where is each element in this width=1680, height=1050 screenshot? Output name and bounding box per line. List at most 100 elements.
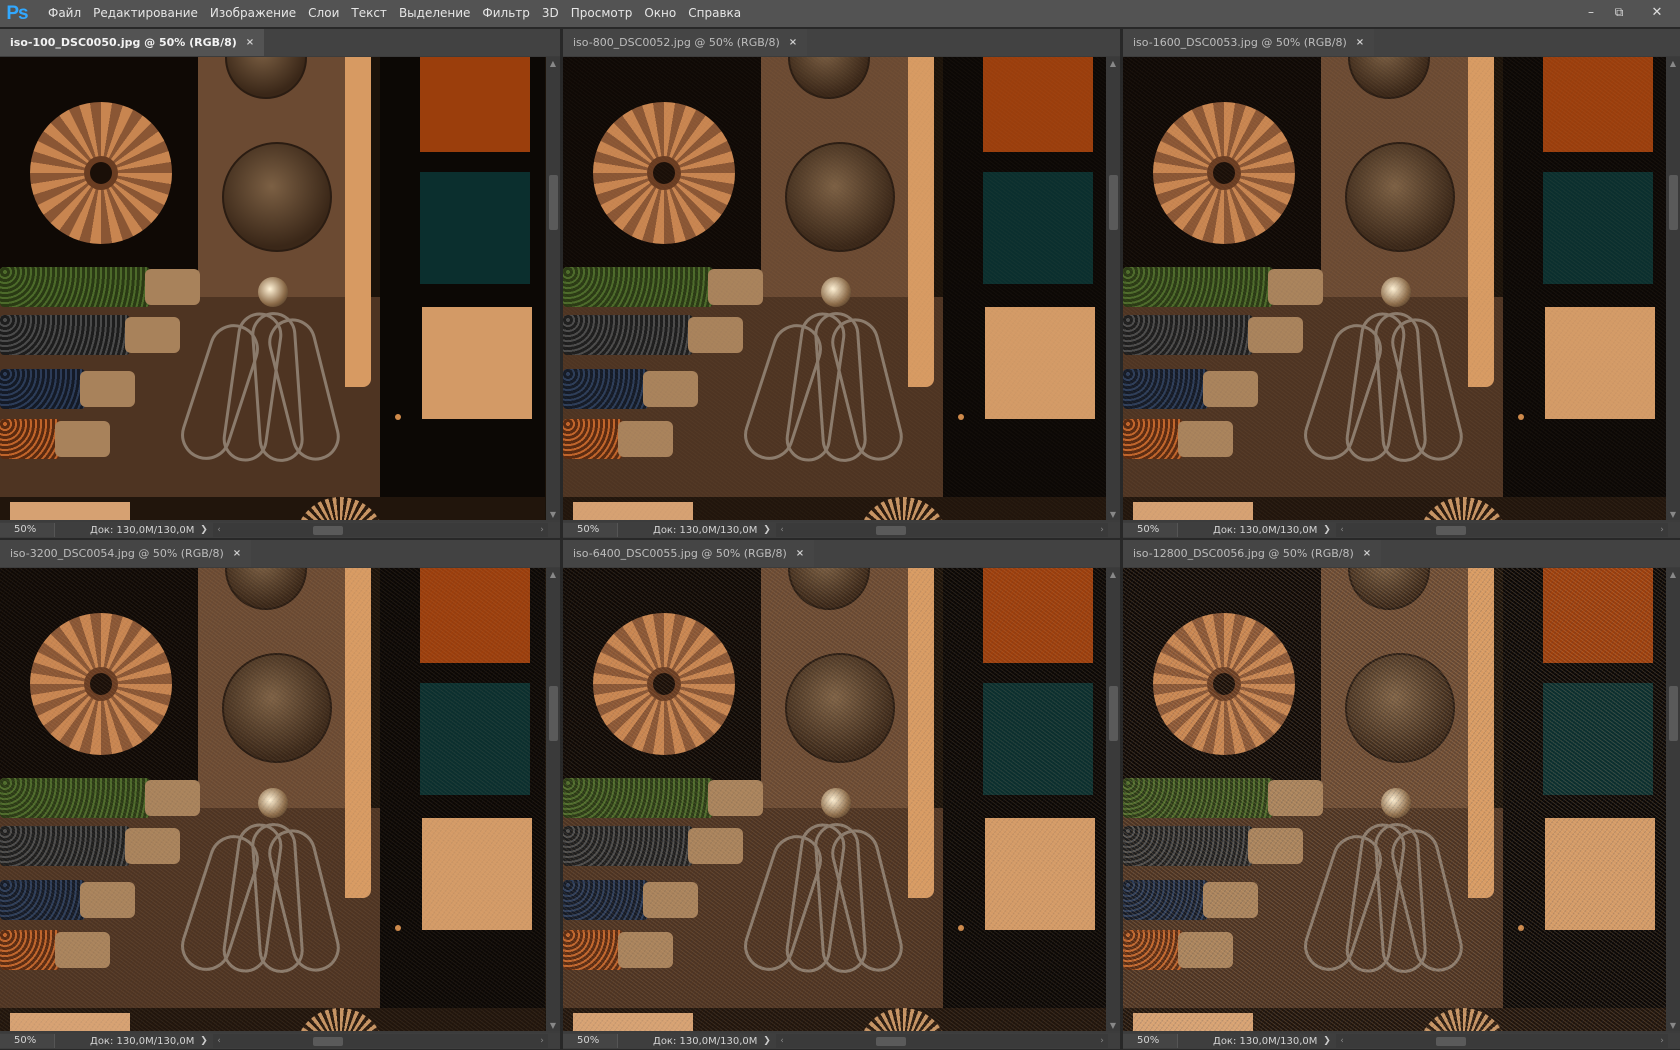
- menu-layers[interactable]: Слои: [302, 0, 345, 27]
- chevron-right-icon[interactable]: ❯: [197, 1036, 211, 1046]
- scroll-up-icon[interactable]: ▲: [1106, 57, 1120, 69]
- document-tab[interactable]: iso-100_DSC0050.jpg @ 50% (RGB/8) ×: [0, 29, 265, 56]
- scroll-down-icon[interactable]: ▼: [546, 508, 560, 520]
- vertical-scroll-thumb[interactable]: [1109, 686, 1118, 741]
- horizontal-scrollbar[interactable]: ‹ ›: [213, 1034, 548, 1048]
- scroll-up-icon[interactable]: ▲: [1106, 568, 1120, 580]
- menu-select[interactable]: Выделение: [393, 0, 476, 27]
- chevron-right-icon[interactable]: ❯: [197, 525, 211, 535]
- scroll-right-icon[interactable]: ›: [1656, 523, 1668, 537]
- vertical-scroll-thumb[interactable]: [1669, 686, 1678, 741]
- minimize-icon[interactable]: –: [1578, 0, 1604, 24]
- menu-view[interactable]: Просмотр: [565, 0, 639, 27]
- vertical-scrollbar[interactable]: ▲ ▼: [1666, 568, 1680, 1031]
- scroll-left-icon[interactable]: ‹: [776, 523, 788, 537]
- document-tab[interactable]: iso-800_DSC0052.jpg @ 50% (RGB/8) ×: [563, 29, 808, 56]
- vertical-scroll-thumb[interactable]: [549, 686, 558, 741]
- image-canvas[interactable]: [1123, 568, 1666, 1031]
- menu-image[interactable]: Изображение: [204, 0, 302, 27]
- scroll-left-icon[interactable]: ‹: [1336, 1034, 1348, 1048]
- close-tab-icon[interactable]: ×: [1356, 37, 1364, 48]
- chevron-right-icon[interactable]: ❯: [1320, 1036, 1334, 1046]
- orange-swatch: [983, 568, 1093, 663]
- zoom-level-field[interactable]: 50%: [563, 523, 618, 537]
- scroll-left-icon[interactable]: ‹: [213, 1034, 225, 1048]
- zoom-level-field[interactable]: 50%: [0, 523, 55, 537]
- scroll-right-icon[interactable]: ›: [1096, 523, 1108, 537]
- document-tab[interactable]: iso-6400_DSC0055.jpg @ 50% (RGB/8) ×: [563, 540, 815, 567]
- status-bar: 50% Док: 130,0M/130,0M ❯ ‹ ›: [1123, 1033, 1680, 1049]
- menu-file[interactable]: Файл: [42, 0, 87, 27]
- vertical-scrollbar[interactable]: ▲ ▼: [1106, 57, 1120, 520]
- scroll-right-icon[interactable]: ›: [1656, 1034, 1668, 1048]
- menu-edit[interactable]: Редактирование: [87, 0, 204, 27]
- image-canvas[interactable]: [0, 568, 546, 1031]
- scroll-left-icon[interactable]: ‹: [776, 1034, 788, 1048]
- menu-help[interactable]: Справка: [682, 0, 747, 27]
- vertical-scrollbar[interactable]: ▲ ▼: [546, 57, 560, 520]
- scroll-down-icon[interactable]: ▼: [1106, 1019, 1120, 1031]
- vertical-scroll-thumb[interactable]: [1109, 175, 1118, 230]
- document-tab-title: iso-3200_DSC0054.jpg @ 50% (RGB/8): [10, 547, 224, 560]
- zoom-level-field[interactable]: 50%: [0, 1034, 55, 1048]
- image-canvas[interactable]: [563, 57, 1106, 520]
- image-canvas[interactable]: [1123, 57, 1666, 520]
- horizontal-scroll-thumb[interactable]: [1436, 1037, 1466, 1046]
- bead-tube: [563, 419, 673, 459]
- vertical-scroll-thumb[interactable]: [549, 175, 558, 230]
- scroll-right-icon[interactable]: ›: [536, 523, 548, 537]
- close-tab-icon[interactable]: ×: [1363, 548, 1371, 559]
- close-window-icon[interactable]: ✕: [1634, 0, 1680, 24]
- horizontal-scroll-thumb[interactable]: [876, 526, 906, 535]
- document-tab[interactable]: iso-12800_DSC0056.jpg @ 50% (RGB/8) ×: [1123, 540, 1382, 567]
- horizontal-scroll-thumb[interactable]: [313, 1037, 343, 1046]
- restore-icon[interactable]: ⧉: [1606, 0, 1632, 24]
- horizontal-scroll-thumb[interactable]: [1436, 526, 1466, 535]
- horizontal-scrollbar[interactable]: ‹ ›: [776, 523, 1108, 537]
- image-canvas[interactable]: [563, 568, 1106, 1031]
- scroll-down-icon[interactable]: ▼: [1106, 508, 1120, 520]
- scroll-up-icon[interactable]: ▲: [1666, 57, 1680, 69]
- scroll-up-icon[interactable]: ▲: [546, 568, 560, 580]
- zoom-level-field[interactable]: 50%: [563, 1034, 618, 1048]
- chevron-right-icon[interactable]: ❯: [760, 1036, 774, 1046]
- teal-swatch: [1543, 172, 1653, 284]
- close-tab-icon[interactable]: ×: [796, 548, 804, 559]
- horizontal-scrollbar[interactable]: ‹ ›: [776, 1034, 1108, 1048]
- horizontal-scrollbar[interactable]: ‹ ›: [213, 523, 548, 537]
- menu-filter[interactable]: Фильтр: [476, 0, 535, 27]
- scroll-up-icon[interactable]: ▲: [1666, 568, 1680, 580]
- document-tab[interactable]: iso-3200_DSC0054.jpg @ 50% (RGB/8) ×: [0, 540, 252, 567]
- vertical-scrollbar[interactable]: ▲ ▼: [546, 568, 560, 1031]
- close-tab-icon[interactable]: ×: [233, 548, 241, 559]
- scroll-right-icon[interactable]: ›: [536, 1034, 548, 1048]
- horizontal-scroll-thumb[interactable]: [876, 1037, 906, 1046]
- scroll-down-icon[interactable]: ▼: [1666, 508, 1680, 520]
- vertical-scroll-thumb[interactable]: [1669, 175, 1678, 230]
- zoom-level-field[interactable]: 50%: [1123, 1034, 1178, 1048]
- bead-tube: [0, 315, 180, 355]
- chevron-right-icon[interactable]: ❯: [760, 525, 774, 535]
- scroll-up-icon[interactable]: ▲: [546, 57, 560, 69]
- horizontal-scrollbar[interactable]: ‹ ›: [1336, 1034, 1668, 1048]
- photoshop-logo-icon[interactable]: Ps: [2, 0, 32, 27]
- menu-window[interactable]: Окно: [638, 0, 682, 27]
- chevron-right-icon[interactable]: ❯: [1320, 525, 1334, 535]
- vertical-scrollbar[interactable]: ▲ ▼: [1666, 57, 1680, 520]
- close-tab-icon[interactable]: ×: [789, 37, 797, 48]
- menu-3d[interactable]: 3D: [536, 0, 565, 27]
- paper-clips: [174, 793, 345, 978]
- scroll-down-icon[interactable]: ▼: [1666, 1019, 1680, 1031]
- vertical-scrollbar[interactable]: ▲ ▼: [1106, 568, 1120, 1031]
- horizontal-scroll-thumb[interactable]: [313, 526, 343, 535]
- menu-type[interactable]: Текст: [345, 0, 393, 27]
- document-tab[interactable]: iso-1600_DSC0053.jpg @ 50% (RGB/8) ×: [1123, 29, 1375, 56]
- scroll-right-icon[interactable]: ›: [1096, 1034, 1108, 1048]
- close-tab-icon[interactable]: ×: [246, 37, 254, 48]
- scroll-down-icon[interactable]: ▼: [546, 1019, 560, 1031]
- scroll-left-icon[interactable]: ‹: [1336, 523, 1348, 537]
- scroll-left-icon[interactable]: ‹: [213, 523, 225, 537]
- image-canvas[interactable]: [0, 57, 546, 520]
- zoom-level-field[interactable]: 50%: [1123, 523, 1178, 537]
- horizontal-scrollbar[interactable]: ‹ ›: [1336, 523, 1668, 537]
